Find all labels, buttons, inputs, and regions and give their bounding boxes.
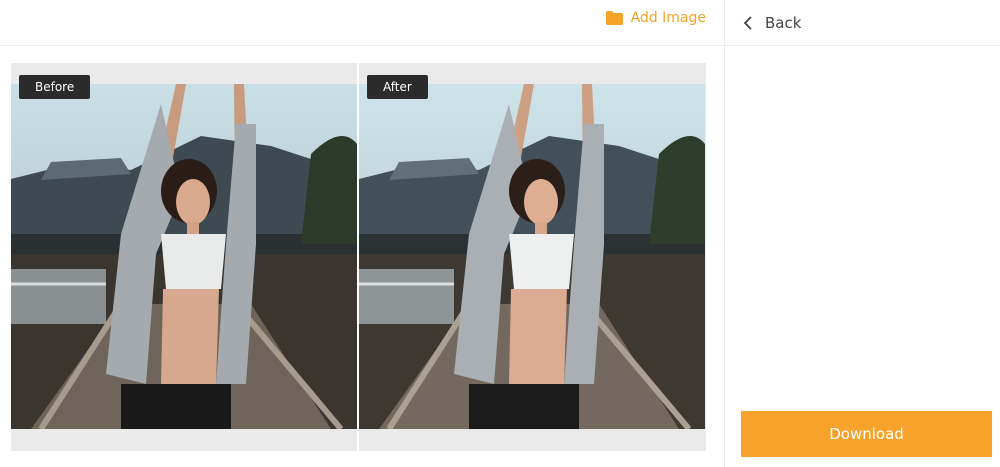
comparison-canvas: Before After xyxy=(11,63,706,451)
before-pane: Before xyxy=(11,63,357,451)
folder-icon xyxy=(605,11,623,25)
download-button[interactable]: Download xyxy=(741,411,992,457)
add-image-button[interactable]: Add Image xyxy=(605,10,706,26)
after-image xyxy=(359,84,705,429)
side-panel: Back Download xyxy=(724,0,1000,467)
before-image xyxy=(11,84,357,429)
add-image-label: Add Image xyxy=(630,10,706,26)
before-tag: Before xyxy=(19,75,91,99)
after-tag: After xyxy=(367,75,428,99)
after-pane: After xyxy=(359,63,705,451)
chevron-left-icon xyxy=(743,15,752,30)
back-label: Back xyxy=(765,13,802,32)
top-toolbar: Add Image xyxy=(0,0,724,46)
back-button[interactable]: Back xyxy=(725,0,1000,46)
